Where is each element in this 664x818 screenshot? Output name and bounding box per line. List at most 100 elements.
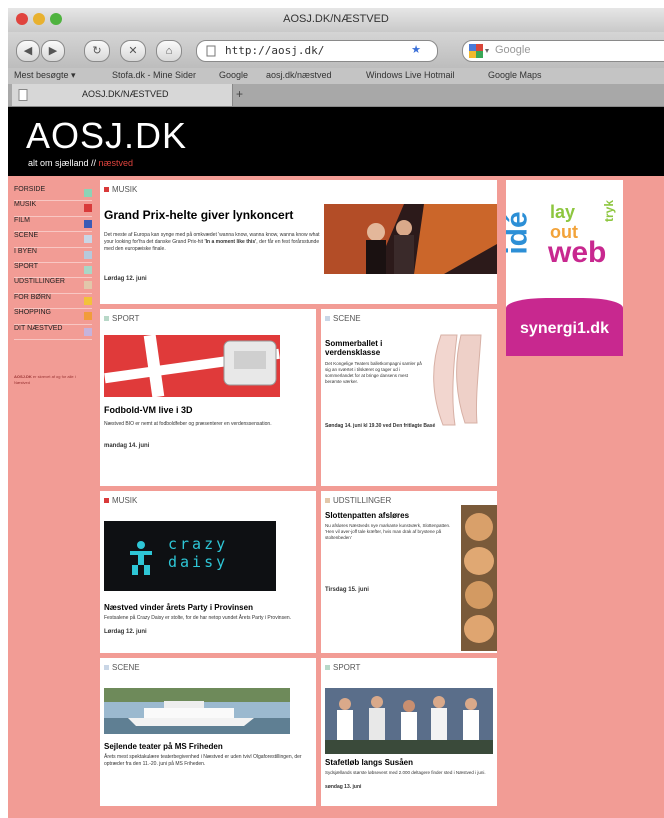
category-label: UDSTILLINGER xyxy=(325,496,391,505)
sidebar-item-sport[interactable]: SPORT xyxy=(14,263,92,279)
bookmark-link[interactable]: Google xyxy=(219,70,248,80)
ad-brand-name[interactable]: synergi1.dk xyxy=(506,320,623,338)
sidebar-item-shopping[interactable]: SHOPPING xyxy=(14,309,92,325)
category-color-icon xyxy=(104,316,109,321)
forward-button[interactable]: ▶ xyxy=(41,40,65,62)
site-tagline: alt om sjælland // næstved xyxy=(28,158,134,168)
article-teaser: Det Kongelige Teaters balletkompagni sam… xyxy=(325,361,422,384)
sidebar-item-for-born[interactable]: FOR BØRN xyxy=(14,294,92,310)
bookmark-link[interactable]: Google Maps xyxy=(488,70,542,80)
forward-arrow-icon: ▶ xyxy=(48,45,58,57)
category-color-icon xyxy=(84,235,92,244)
category-label: SCENE xyxy=(104,663,140,672)
article-card-slottenpatten[interactable]: UDSTILLINGER Slottenpatten afsløres Nu a… xyxy=(321,491,497,653)
article-date: søndag 13. juni xyxy=(325,784,362,790)
article-card-crazy-daisy[interactable]: MUSIK crazy daisy Næstved vinder årets Pa… xyxy=(100,491,316,653)
sidebar-nav: FORSIDE MUSIK FILM SCENE I BYEN SPORT UD… xyxy=(14,186,92,340)
article-title[interactable]: Stafetløb langs Susåen xyxy=(325,758,413,767)
page-icon xyxy=(206,45,216,57)
runners-photo xyxy=(325,688,493,754)
article-teaser: Sydsjællands største løbsevent med 2.000… xyxy=(325,770,486,775)
site-header: AOSJ.DK alt om sjælland // næstved xyxy=(8,107,664,176)
reload-button[interactable]: ↻ xyxy=(84,40,110,62)
category-color-icon xyxy=(84,219,92,228)
sidebar-item-scene[interactable]: SCENE xyxy=(14,232,92,248)
article-teaser: Festsalene på Crazy Daisy er stolte, for… xyxy=(104,615,292,621)
window-title: AOSJ.DK/NÆSTVED xyxy=(283,13,389,25)
category-color-icon xyxy=(84,281,92,290)
bookmark-star-icon[interactable]: ★ xyxy=(411,43,421,56)
sculpture-photo xyxy=(461,505,497,651)
ad-word-web: web xyxy=(548,236,607,269)
home-icon: ⌂ xyxy=(165,45,173,57)
crazy-daisy-wordmark: crazy daisy xyxy=(168,535,229,571)
address-bar[interactable]: http://aosj.dk/ ★ xyxy=(196,40,438,62)
bookmark-link[interactable]: Mest besøgte ▾ xyxy=(14,70,76,81)
site-logo[interactable]: AOSJ.DK xyxy=(26,115,187,157)
back-arrow-icon: ◀ xyxy=(23,45,33,57)
search-field[interactable]: Google xyxy=(462,40,664,62)
home-button[interactable]: ⌂ xyxy=(156,40,182,62)
sidebar-item-film[interactable]: FILM xyxy=(14,217,92,233)
article-title[interactable]: Slottenpatten afsløres xyxy=(325,511,455,520)
article-card-sommerballet[interactable]: SCENE Sommerballet i verdensklasse Det K… xyxy=(321,309,497,486)
article-card-grand-prix[interactable]: MUSIK Grand Prix-helte giver lynkoncert … xyxy=(100,180,497,304)
bookmark-link[interactable]: aosj.dk/næstved xyxy=(266,70,332,80)
sidebar-item-musik[interactable]: MUSIK xyxy=(14,201,92,217)
article-card-ms-friheden[interactable]: SCENE Sejlende teater på MS Friheden Åre… xyxy=(100,658,316,806)
article-title[interactable]: Grand Prix-helte giver lynkoncert xyxy=(104,208,334,222)
stop-button[interactable]: ✕ xyxy=(120,40,146,62)
article-title[interactable]: Fodbold-VM live i 3D xyxy=(104,405,193,415)
category-color-icon xyxy=(325,665,330,670)
search-placeholder: Google xyxy=(495,44,531,56)
reload-icon: ↻ xyxy=(92,45,102,57)
article-card-stafetlob[interactable]: SPORT Stafetløb langs Susåen Sydsjælland… xyxy=(321,658,497,806)
category-color-icon xyxy=(84,265,92,274)
article-teaser: Nu afsløres Næstveds nye markante kunstv… xyxy=(325,523,451,540)
3d-glasses-flag-photo xyxy=(104,335,280,397)
category-label: SPORT xyxy=(325,663,360,672)
back-button[interactable]: ◀ xyxy=(16,40,40,62)
title-bar: AOSJ.DK/NÆSTVED xyxy=(8,8,664,33)
sidebar-item-udstillinger[interactable]: UDSTILLINGER xyxy=(14,278,92,294)
sidebar-item-forside[interactable]: FORSIDE xyxy=(14,186,92,202)
category-color-icon xyxy=(84,312,92,321)
article-date: Lørdag 12. juni xyxy=(104,629,147,635)
stop-icon: ✕ xyxy=(128,45,138,57)
tab-aosj[interactable]: AOSJ.DK/NÆSTVED xyxy=(12,84,233,106)
singers-photo xyxy=(324,204,497,274)
new-tab-button[interactable]: + xyxy=(236,87,243,101)
article-title[interactable]: Næstved vinder årets Party i Provinsen xyxy=(104,603,253,612)
bookmark-link[interactable]: Stofa.dk - Mine Sider xyxy=(112,70,196,80)
ad-word-tryk: tryk xyxy=(602,199,617,223)
article-title[interactable]: Sejlende teater på MS Friheden xyxy=(104,742,223,751)
category-color-icon xyxy=(325,316,330,321)
ballet-shoes-photo xyxy=(421,329,495,429)
category-color-icon xyxy=(325,498,330,503)
dancer-icon xyxy=(130,541,152,575)
bookmark-link[interactable]: Windows Live Hotmail xyxy=(366,70,455,80)
category-label: MUSIK xyxy=(104,496,137,505)
category-color-icon xyxy=(84,327,92,336)
category-label: MUSIK xyxy=(104,185,137,194)
ad-word-ide: idé xyxy=(506,211,534,255)
navigation-toolbar: ◀ ▶ ↻ ✕ ⌂ http://aosj.dk/ ★ Google xyxy=(8,32,664,68)
article-teaser: Det meste af Europa kan synge med på omk… xyxy=(104,232,320,252)
sidebar-item-dit-naestved[interactable]: DIT NÆSTVED xyxy=(14,325,92,340)
category-color-icon xyxy=(104,498,109,503)
category-color-icon xyxy=(84,250,92,259)
tab-bar: AOSJ.DK/NÆSTVED + xyxy=(8,84,664,107)
synergi-ad-banner[interactable]: idé lay out web tryk synergi1.dk xyxy=(506,180,623,356)
article-title[interactable]: Sommerballet i verdensklasse xyxy=(325,339,425,357)
sidebar-item-i-byen[interactable]: I BYEN xyxy=(14,248,92,263)
ad-word-lay: lay xyxy=(550,202,576,222)
tab-label: AOSJ.DK/NÆSTVED xyxy=(82,89,169,99)
ad-brand-block: synergi1.dk xyxy=(506,298,623,356)
category-color-icon xyxy=(104,665,109,670)
article-card-fodbold[interactable]: SPORT Fodbold-VM live i 3D Næstved BIO e… xyxy=(100,309,316,486)
article-date: Søndag 14. juni kl 19.30 ved Den fritlag… xyxy=(325,423,436,429)
bookmarks-bar: Mest besøgte ▾ Stofa.dk - Mine Sider Goo… xyxy=(8,68,664,84)
article-teaser: Næstved BIO er nemt at fodboldfeber og p… xyxy=(104,421,272,427)
category-label: SCENE xyxy=(325,314,361,323)
page-icon xyxy=(18,89,28,101)
